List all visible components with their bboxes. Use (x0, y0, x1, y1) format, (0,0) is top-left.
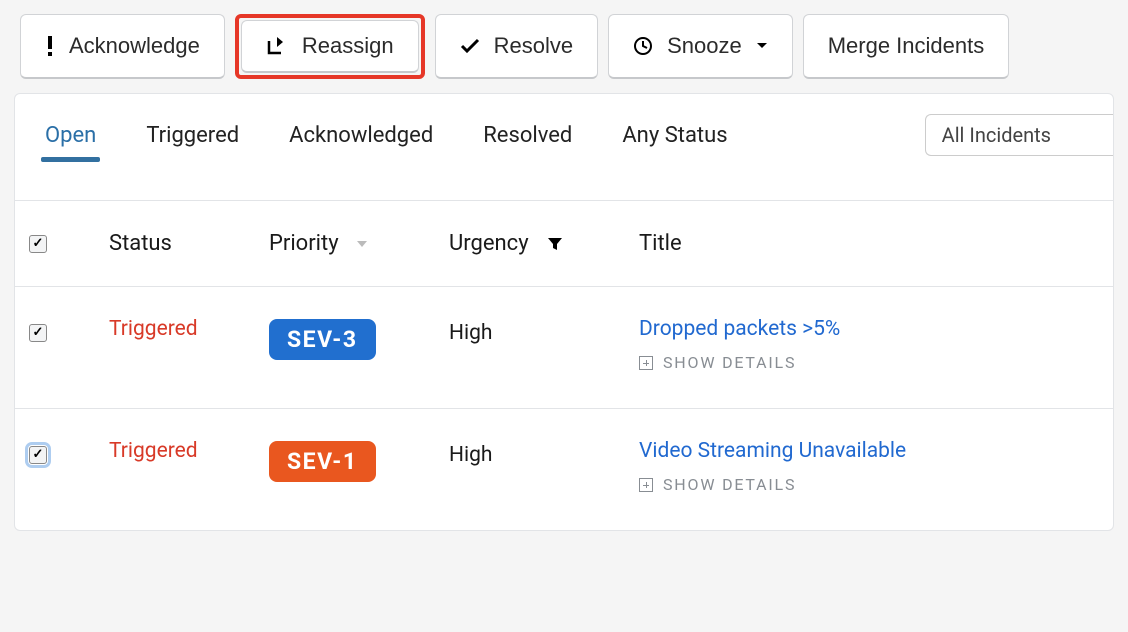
filter-icon (547, 236, 563, 252)
column-urgency[interactable]: Urgency (449, 231, 639, 256)
tab-any-status[interactable]: Any Status (622, 123, 727, 148)
column-urgency-label: Urgency (449, 231, 529, 256)
tab-resolved[interactable]: Resolved (483, 123, 572, 148)
sort-desc-icon (357, 241, 367, 247)
tab-open[interactable]: Open (45, 123, 96, 148)
incident-title-link[interactable]: Dropped packets >5% (639, 317, 1099, 341)
exclamation-icon (45, 35, 55, 57)
priority-badge: SEV-3 (269, 319, 376, 360)
row-urgency: High (449, 439, 639, 467)
column-status[interactable]: Status (109, 231, 269, 256)
resolve-label: Resolve (494, 33, 573, 59)
reassign-highlight: Reassign (235, 14, 425, 79)
tab-acknowledged[interactable]: Acknowledged (289, 123, 433, 148)
clock-icon (633, 36, 653, 56)
reassign-button[interactable]: Reassign (241, 20, 419, 73)
check-icon (460, 38, 480, 54)
column-title[interactable]: Title (639, 231, 1099, 256)
show-details-label: SHOW DETAILS (663, 353, 796, 372)
merge-label: Merge Incidents (828, 33, 985, 59)
resolve-button[interactable]: Resolve (435, 14, 598, 79)
plus-icon (639, 478, 653, 492)
status-tabs: Open Triggered Acknowledged Resolved Any… (15, 94, 1113, 200)
column-priority[interactable]: Priority (269, 231, 449, 256)
column-priority-label: Priority (269, 231, 339, 256)
show-details-label: SHOW DETAILS (663, 475, 796, 494)
show-details-toggle[interactable]: SHOW DETAILS (639, 475, 1099, 494)
table-row: TriggeredSEV-3 HighDropped packets >5% SHO… (15, 286, 1113, 408)
filter-label: All Incidents (942, 123, 1051, 147)
priority-badge: SEV-1 (269, 441, 376, 482)
acknowledge-label: Acknowledge (69, 33, 200, 59)
snooze-button[interactable]: Snooze (608, 14, 793, 79)
merge-incidents-button[interactable]: Merge Incidents (803, 14, 1010, 79)
plus-icon (639, 356, 653, 370)
share-arrow-icon (266, 36, 288, 56)
snooze-label: Snooze (667, 33, 742, 59)
reassign-label: Reassign (302, 33, 394, 59)
table-row: TriggeredSEV-1 HighVideo Streaming Unavai… (15, 408, 1113, 530)
incident-title-link[interactable]: Video Streaming Unavailable (639, 439, 1099, 463)
show-details-toggle[interactable]: SHOW DETAILS (639, 353, 1099, 372)
acknowledge-button[interactable]: Acknowledge (20, 14, 225, 79)
row-checkbox[interactable] (29, 324, 47, 342)
row-checkbox[interactable] (29, 446, 47, 464)
incidents-filter-select[interactable]: All Incidents (925, 114, 1113, 156)
tab-triggered[interactable]: Triggered (146, 123, 239, 148)
row-urgency: High (449, 317, 639, 345)
table-header: Status Priority Urgency Title (15, 200, 1113, 286)
action-toolbar: Acknowledge Reassign Resolve Snooze Merg… (14, 14, 1114, 93)
row-status: Triggered (109, 439, 269, 463)
caret-down-icon (756, 42, 768, 50)
incidents-panel: Open Triggered Acknowledged Resolved Any… (14, 93, 1114, 531)
select-all-checkbox[interactable] (29, 235, 47, 253)
row-status: Triggered (109, 317, 269, 341)
